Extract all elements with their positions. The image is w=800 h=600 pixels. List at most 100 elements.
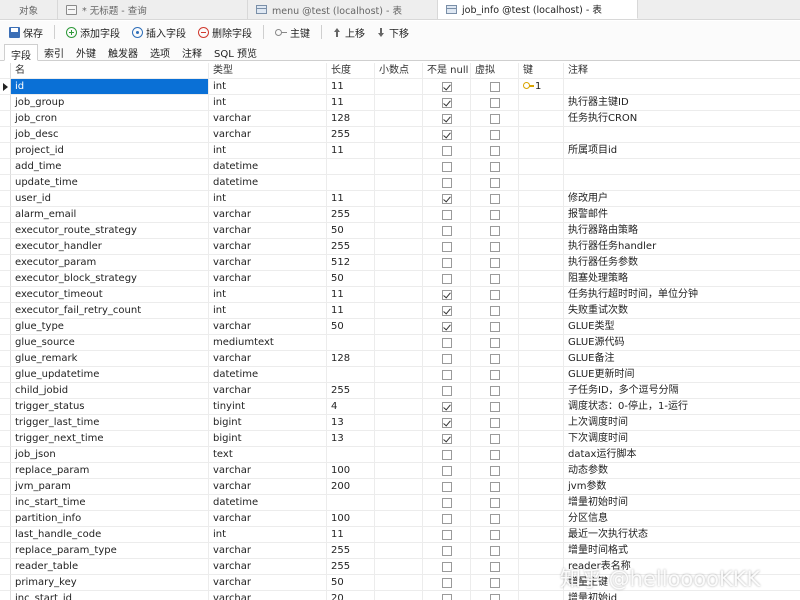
field-comment-cell[interactable]: 增量初始时间 — [564, 495, 800, 511]
field-length-cell[interactable] — [327, 447, 375, 463]
column-header-not-null[interactable]: 不是 null — [423, 63, 471, 79]
field-name-cell[interactable]: primary_key — [11, 575, 209, 591]
field-comment-cell[interactable]: datax运行脚本 — [564, 447, 800, 463]
field-type-cell[interactable]: datetime — [209, 367, 327, 383]
field-row[interactable]: trigger_last_time bigint 13 上次调度时间 — [0, 415, 800, 431]
field-length-cell[interactable]: 255 — [327, 543, 375, 559]
field-type-cell[interactable]: int — [209, 143, 327, 159]
field-comment-cell[interactable]: 修改用户 — [564, 191, 800, 207]
field-name-cell[interactable]: executor_timeout — [11, 287, 209, 303]
field-comment-cell[interactable]: 失败重试次数 — [564, 303, 800, 319]
field-decimals-cell[interactable] — [375, 95, 423, 111]
field-type-cell[interactable]: varchar — [209, 383, 327, 399]
tab-untitled-query[interactable]: * 无标题 - 查询 — [58, 0, 248, 19]
column-header-length[interactable]: 长度 — [327, 63, 375, 79]
row-indicator[interactable] — [0, 495, 11, 511]
not-null-checkbox[interactable] — [442, 146, 452, 156]
field-key-cell[interactable] — [519, 495, 564, 511]
field-key-cell[interactable] — [519, 511, 564, 527]
virtual-checkbox[interactable] — [490, 210, 500, 220]
tab-objects[interactable]: 对象 — [0, 0, 58, 19]
not-null-checkbox[interactable] — [442, 402, 452, 412]
field-length-cell[interactable]: 4 — [327, 399, 375, 415]
field-length-cell[interactable]: 50 — [327, 319, 375, 335]
not-null-checkbox[interactable] — [442, 530, 452, 540]
virtual-checkbox[interactable] — [490, 370, 500, 380]
field-comment-cell[interactable]: 任务执行CRON — [564, 111, 800, 127]
virtual-checkbox[interactable] — [490, 290, 500, 300]
row-indicator[interactable] — [0, 287, 11, 303]
field-key-cell[interactable] — [519, 431, 564, 447]
field-name-cell[interactable]: glue_remark — [11, 351, 209, 367]
field-decimals-cell[interactable] — [375, 591, 423, 600]
field-length-cell[interactable]: 13 — [327, 431, 375, 447]
field-row[interactable]: job_json text datax运行脚本 — [0, 447, 800, 463]
field-type-cell[interactable]: int — [209, 95, 327, 111]
field-type-cell[interactable]: varchar — [209, 479, 327, 495]
tab-job-info-table[interactable]: job_info @test (localhost) - 表 — [438, 0, 638, 19]
virtual-checkbox[interactable] — [490, 594, 500, 600]
tab-menu-table[interactable]: menu @test (localhost) - 表 — [248, 0, 438, 19]
row-indicator[interactable] — [0, 143, 11, 159]
not-null-checkbox[interactable] — [442, 290, 452, 300]
virtual-checkbox[interactable] — [490, 146, 500, 156]
field-type-cell[interactable]: varchar — [209, 591, 327, 600]
row-indicator[interactable] — [0, 111, 11, 127]
field-name-cell[interactable]: job_cron — [11, 111, 209, 127]
field-length-cell[interactable]: 11 — [327, 303, 375, 319]
field-row[interactable]: executor_fail_retry_count int 11 失败重试次数 — [0, 303, 800, 319]
field-type-cell[interactable]: datetime — [209, 175, 327, 191]
field-row[interactable]: inc_start_time datetime 增量初始时间 — [0, 495, 800, 511]
row-indicator[interactable] — [0, 431, 11, 447]
not-null-checkbox[interactable] — [442, 338, 452, 348]
primary-key-button[interactable]: 主键 — [270, 23, 315, 41]
field-comment-cell[interactable]: GLUE类型 — [564, 319, 800, 335]
field-type-cell[interactable]: varchar — [209, 351, 327, 367]
not-null-checkbox[interactable] — [442, 418, 452, 428]
field-length-cell[interactable]: 13 — [327, 415, 375, 431]
virtual-checkbox[interactable] — [490, 258, 500, 268]
not-null-checkbox[interactable] — [442, 210, 452, 220]
field-decimals-cell[interactable] — [375, 463, 423, 479]
field-name-cell[interactable]: executor_block_strategy — [11, 271, 209, 287]
field-comment-cell[interactable] — [564, 127, 800, 143]
field-row[interactable]: partition_info varchar 100 分区信息 — [0, 511, 800, 527]
not-null-checkbox[interactable] — [442, 370, 452, 380]
field-decimals-cell[interactable] — [375, 111, 423, 127]
field-decimals-cell[interactable] — [375, 511, 423, 527]
field-key-cell[interactable] — [519, 127, 564, 143]
field-name-cell[interactable]: executor_fail_retry_count — [11, 303, 209, 319]
field-comment-cell[interactable]: GLUE更新时间 — [564, 367, 800, 383]
not-null-checkbox[interactable] — [442, 386, 452, 396]
field-key-cell[interactable] — [519, 591, 564, 600]
field-decimals-cell[interactable] — [375, 287, 423, 303]
field-row[interactable]: child_jobid varchar 255 子任务ID，多个逗号分隔 — [0, 383, 800, 399]
field-length-cell[interactable]: 255 — [327, 559, 375, 575]
field-comment-cell[interactable]: 所属项目id — [564, 143, 800, 159]
field-key-cell[interactable] — [519, 527, 564, 543]
field-name-cell[interactable]: replace_param_type — [11, 543, 209, 559]
move-down-button[interactable]: 下移 — [372, 23, 414, 41]
row-indicator[interactable] — [0, 591, 11, 600]
field-row[interactable]: glue_updatetime datetime GLUE更新时间 — [0, 367, 800, 383]
field-key-cell[interactable] — [519, 287, 564, 303]
field-row[interactable]: glue_remark varchar 128 GLUE备注 — [0, 351, 800, 367]
field-row[interactable]: job_group int 11 执行器主键ID — [0, 95, 800, 111]
not-null-checkbox[interactable] — [442, 242, 452, 252]
field-length-cell[interactable]: 255 — [327, 127, 375, 143]
column-header-virtual[interactable]: 虚拟 — [471, 63, 519, 79]
tab-indexes[interactable]: 索引 — [38, 43, 70, 60]
field-comment-cell[interactable]: jvm参数 — [564, 479, 800, 495]
field-key-cell[interactable] — [519, 351, 564, 367]
field-decimals-cell[interactable] — [375, 319, 423, 335]
field-type-cell[interactable]: varchar — [209, 511, 327, 527]
row-indicator[interactable] — [0, 239, 11, 255]
field-type-cell[interactable]: bigint — [209, 431, 327, 447]
field-comment-cell[interactable]: 执行器任务handler — [564, 239, 800, 255]
field-decimals-cell[interactable] — [375, 127, 423, 143]
row-indicator[interactable] — [0, 127, 11, 143]
field-key-cell[interactable] — [519, 399, 564, 415]
field-decimals-cell[interactable] — [375, 303, 423, 319]
row-indicator[interactable] — [0, 447, 11, 463]
virtual-checkbox[interactable] — [490, 546, 500, 556]
